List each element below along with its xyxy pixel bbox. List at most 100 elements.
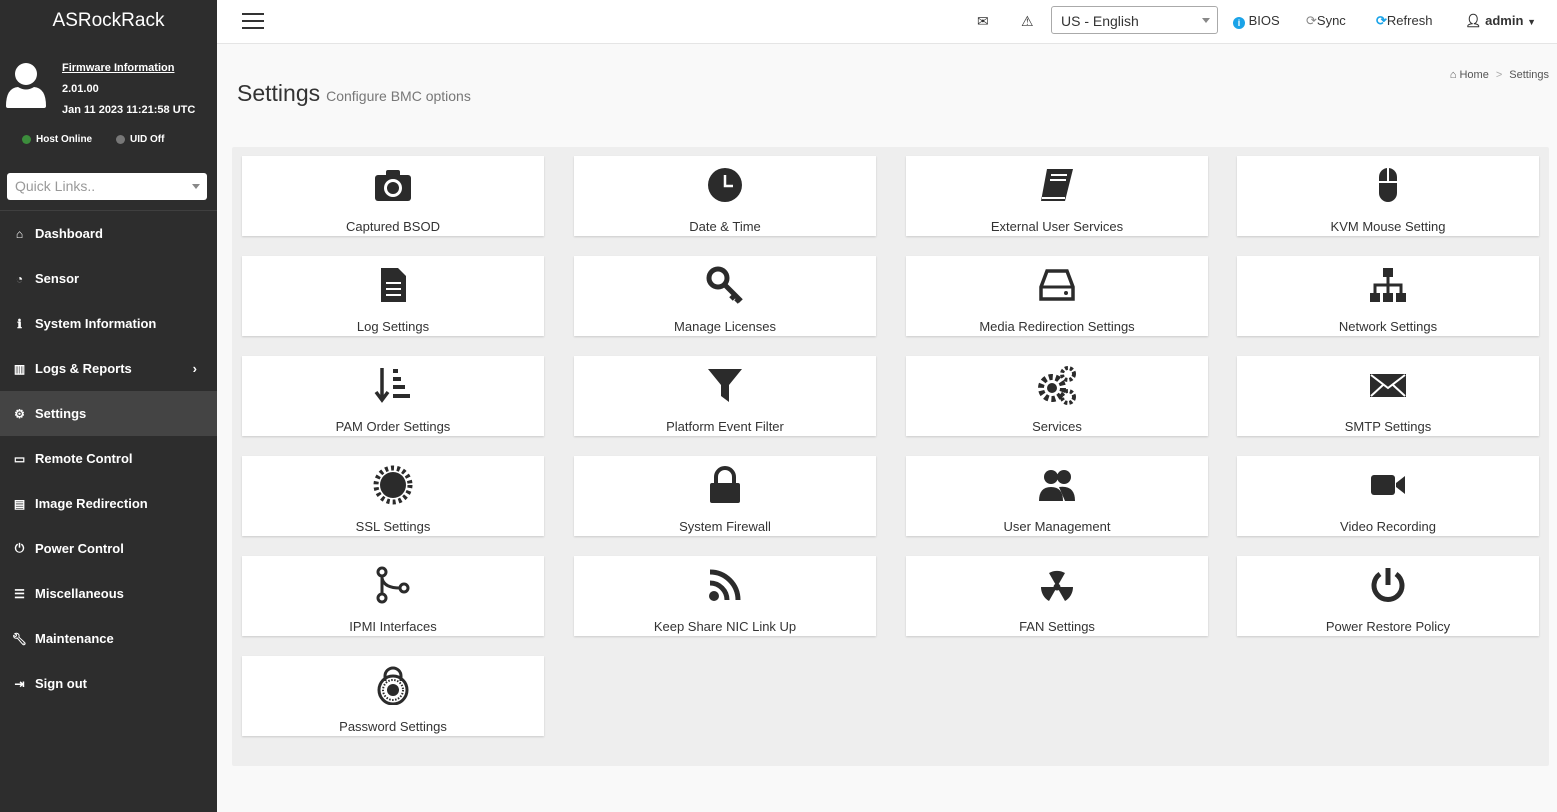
host-status-label: Host Online	[36, 134, 93, 145]
gear-icon: ⚙	[14, 406, 25, 421]
info-icon: i	[1233, 17, 1245, 29]
sidebar-item-sign-out[interactable]: ⇥ Sign out	[0, 661, 217, 706]
menu-toggle-icon[interactable]	[242, 13, 264, 34]
breadcrumb-home[interactable]: Home	[1459, 69, 1488, 81]
firmware-information-link[interactable]: Firmware Information	[62, 62, 174, 74]
lock-icon	[710, 466, 740, 503]
language-select[interactable]: US - English	[1051, 6, 1218, 34]
sidebar-item-image-redirection[interactable]: ▤ Image Redirection	[0, 481, 217, 526]
tile-label: Password Settings	[339, 719, 447, 734]
sidebar-item-label: Sign out	[35, 676, 87, 691]
user-menu[interactable]: 👤︎ admin ▼	[1465, 0, 1536, 44]
tile-label: External User Services	[990, 219, 1124, 234]
certificate-icon	[373, 465, 413, 505]
sidebar-item-label: Power Control	[35, 541, 124, 556]
breadcrumb-current: Settings	[1509, 69, 1549, 81]
clock-icon	[708, 168, 742, 202]
sync-button[interactable]: ⟳Sync	[1306, 0, 1346, 44]
settings-tile-fan-settings[interactable]: FAN Settings	[906, 556, 1208, 636]
settings-tile-media-redirection-settings[interactable]: Media Redirection Settings	[906, 256, 1208, 336]
settings-tile-power-restore-policy[interactable]: Power Restore Policy	[1237, 556, 1539, 636]
sidebar-item-remote-control[interactable]: ▭ Remote Control	[0, 436, 217, 481]
settings-tile-network-settings[interactable]: Network Settings	[1237, 256, 1539, 336]
language-value: US - English	[1061, 13, 1139, 29]
refresh-label: Refresh	[1386, 13, 1433, 28]
alert-warning-icon[interactable]: ⚠	[1021, 0, 1034, 44]
sidebar-item-logs-reports[interactable]: ▥ Logs & Reports ›	[0, 346, 217, 391]
host-status-dot	[22, 135, 31, 144]
sync-label: Sync	[1316, 13, 1346, 28]
refresh-button[interactable]: ⟳Refresh	[1376, 0, 1432, 44]
book-icon	[1041, 169, 1073, 201]
drive-icon: ▤	[13, 496, 26, 511]
home-icon: ⌂	[15, 226, 24, 241]
rss-icon	[709, 569, 741, 601]
settings-tile-external-user-services[interactable]: External User Services	[906, 156, 1208, 236]
caret-down-icon: ▼	[1527, 17, 1536, 27]
settings-tile-smtp-settings[interactable]: SMTP Settings	[1237, 356, 1539, 436]
sidebar-item-label: Remote Control	[35, 451, 133, 466]
sidebar-item-maintenance[interactable]: 🔧︎ Maintenance	[0, 616, 217, 661]
gauge-icon: ◔	[15, 271, 24, 286]
topbar: ✉ ⚠ US - English i BIOS ⟳Sync ⟳Refresh 👤…	[217, 0, 1557, 44]
quick-links-placeholder: Quick Links..	[15, 178, 96, 194]
refresh-icon: ⟳	[1376, 13, 1387, 28]
wrench-icon: 🔧︎	[11, 631, 28, 646]
settings-tile-services[interactable]: Services	[906, 356, 1208, 436]
envelope-icon	[1370, 374, 1406, 397]
settings-tile-date-time[interactable]: Date & Time	[574, 156, 876, 236]
tile-label: Network Settings	[1338, 319, 1438, 334]
firmware-version: 2.01.00	[62, 83, 99, 95]
video-camera-icon	[1371, 475, 1405, 495]
sidebar-item-settings[interactable]: ⚙ Settings	[0, 391, 217, 436]
settings-tile-kvm-mouse-setting[interactable]: KVM Mouse Setting	[1237, 156, 1539, 236]
sign-out-icon: ⇥	[14, 676, 25, 691]
settings-tile-pam-order-settings[interactable]: PAM Order Settings	[242, 356, 544, 436]
settings-tile-system-firewall[interactable]: System Firewall	[574, 456, 876, 536]
sidebar-item-power-control[interactable]: ⏻ Power Control	[0, 526, 217, 571]
host-status: Host Online	[22, 134, 92, 145]
settings-tile-ssl-settings[interactable]: SSL Settings	[242, 456, 544, 536]
gears-icon	[1038, 366, 1076, 405]
tile-label: SSL Settings	[355, 519, 431, 534]
settings-tile-platform-event-filter[interactable]: Platform Event Filter	[574, 356, 876, 436]
settings-tile-video-recording[interactable]: Video Recording	[1237, 456, 1539, 536]
key-icon	[706, 266, 743, 304]
sidebar-item-dashboard[interactable]: ⌂ Dashboard	[0, 211, 217, 256]
sidebar-item-label: Logs & Reports	[35, 361, 132, 376]
home-icon: ⌂	[1449, 69, 1457, 81]
tile-label: Manage Licenses	[674, 319, 776, 334]
settings-tile-captured-bsod[interactable]: Captured BSOD	[242, 156, 544, 236]
monitor-icon: ▭	[13, 451, 26, 466]
settings-tile-password-settings[interactable]: Password Settings	[242, 656, 544, 736]
combination-lock-icon	[377, 666, 409, 705]
brand-logo: ASRockRack	[52, 10, 165, 31]
bios-button[interactable]: i BIOS	[1233, 0, 1280, 44]
uid-status: UID Off	[116, 134, 164, 145]
settings-tile-keep-share-nic-link-up[interactable]: Keep Share NIC Link Up	[574, 556, 876, 636]
settings-tile-log-settings[interactable]: Log Settings	[242, 256, 544, 336]
sidebar-item-sensor[interactable]: ◔ Sensor	[0, 256, 217, 301]
tile-label: Services	[1032, 419, 1082, 434]
settings-tile-manage-licenses[interactable]: Manage Licenses	[574, 256, 876, 336]
uid-status-label: UID Off	[130, 134, 165, 145]
settings-tile-ipmi-interfaces[interactable]: IPMI Interfaces	[242, 556, 544, 636]
messages-envelope-icon[interactable]: ✉	[977, 0, 989, 44]
info-icon: ℹ	[17, 316, 22, 331]
sidebar-item-system-information[interactable]: ℹ System Information	[0, 301, 217, 346]
quick-links-select[interactable]: Quick Links..	[7, 173, 207, 200]
bios-label: BIOS	[1248, 13, 1280, 28]
sidebar-item-label: Maintenance	[35, 631, 114, 646]
filter-icon	[708, 369, 742, 402]
page-subtitle: Configure BMC options	[326, 88, 471, 104]
tile-label: System Firewall	[679, 519, 771, 534]
bar-chart-icon: ▥	[13, 361, 26, 376]
tile-label: Keep Share NIC Link Up	[653, 619, 797, 634]
file-icon	[381, 268, 406, 302]
settings-tile-user-management[interactable]: User Management	[906, 456, 1208, 536]
page-title: Settings Configure BMC options	[237, 80, 471, 107]
user-name: admin	[1485, 13, 1524, 28]
tile-label: PAM Order Settings	[335, 419, 451, 434]
tile-label: IPMI Interfaces	[349, 619, 437, 634]
sidebar-item-miscellaneous[interactable]: ☰ Miscellaneous	[0, 571, 217, 616]
